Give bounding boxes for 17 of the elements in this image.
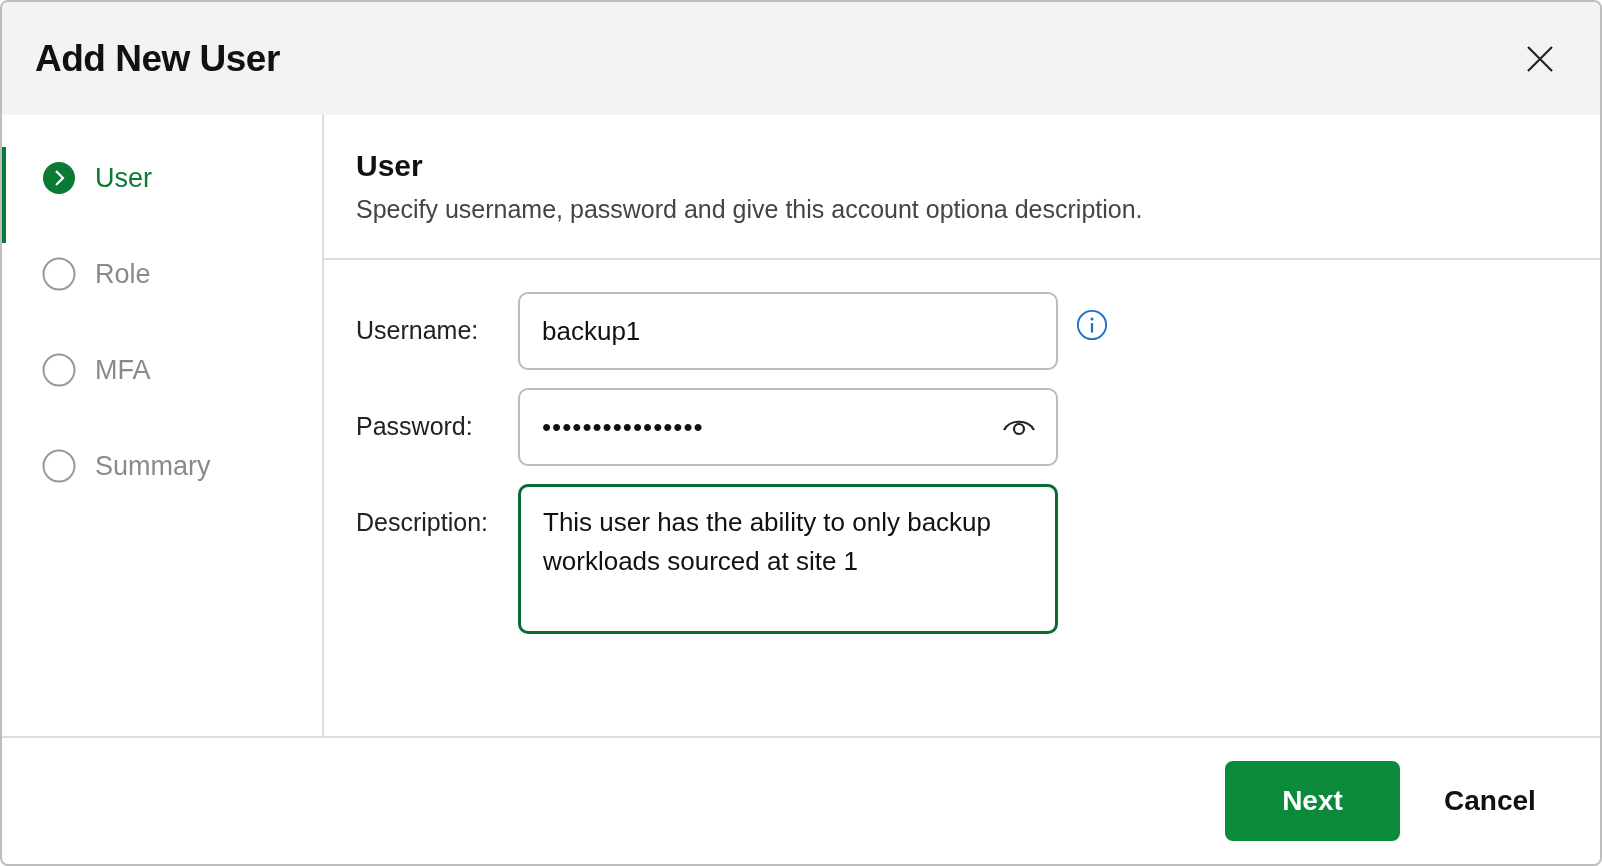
section-title: User	[356, 149, 424, 183]
field-label: Username:	[356, 315, 480, 345]
next-button[interactable]: Next	[1225, 761, 1400, 841]
cancel-button[interactable]: Cancel	[1430, 761, 1550, 841]
section-description: Specify username, password and give this account optiona description.	[356, 195, 1144, 224]
field-label: Description:	[356, 507, 489, 537]
info-icon[interactable]	[1076, 308, 1108, 342]
field-label: Password:	[356, 411, 474, 441]
password-field[interactable]: ••••••••••••••••	[518, 388, 1058, 466]
wizard-step[interactable]: Role	[2, 243, 322, 339]
close-icon	[1526, 44, 1554, 73]
description-field[interactable]: This user has the ability to only backup workloads sourced at site 1	[518, 484, 1058, 634]
dialog-title: Add New User	[35, 37, 280, 80]
wizard-step[interactable]: User	[2, 147, 322, 243]
wizard-step[interactable]: Summary	[2, 435, 322, 531]
username-field[interactable]: backup1	[518, 292, 1058, 370]
wizard-step[interactable]: MFA	[2, 339, 322, 435]
